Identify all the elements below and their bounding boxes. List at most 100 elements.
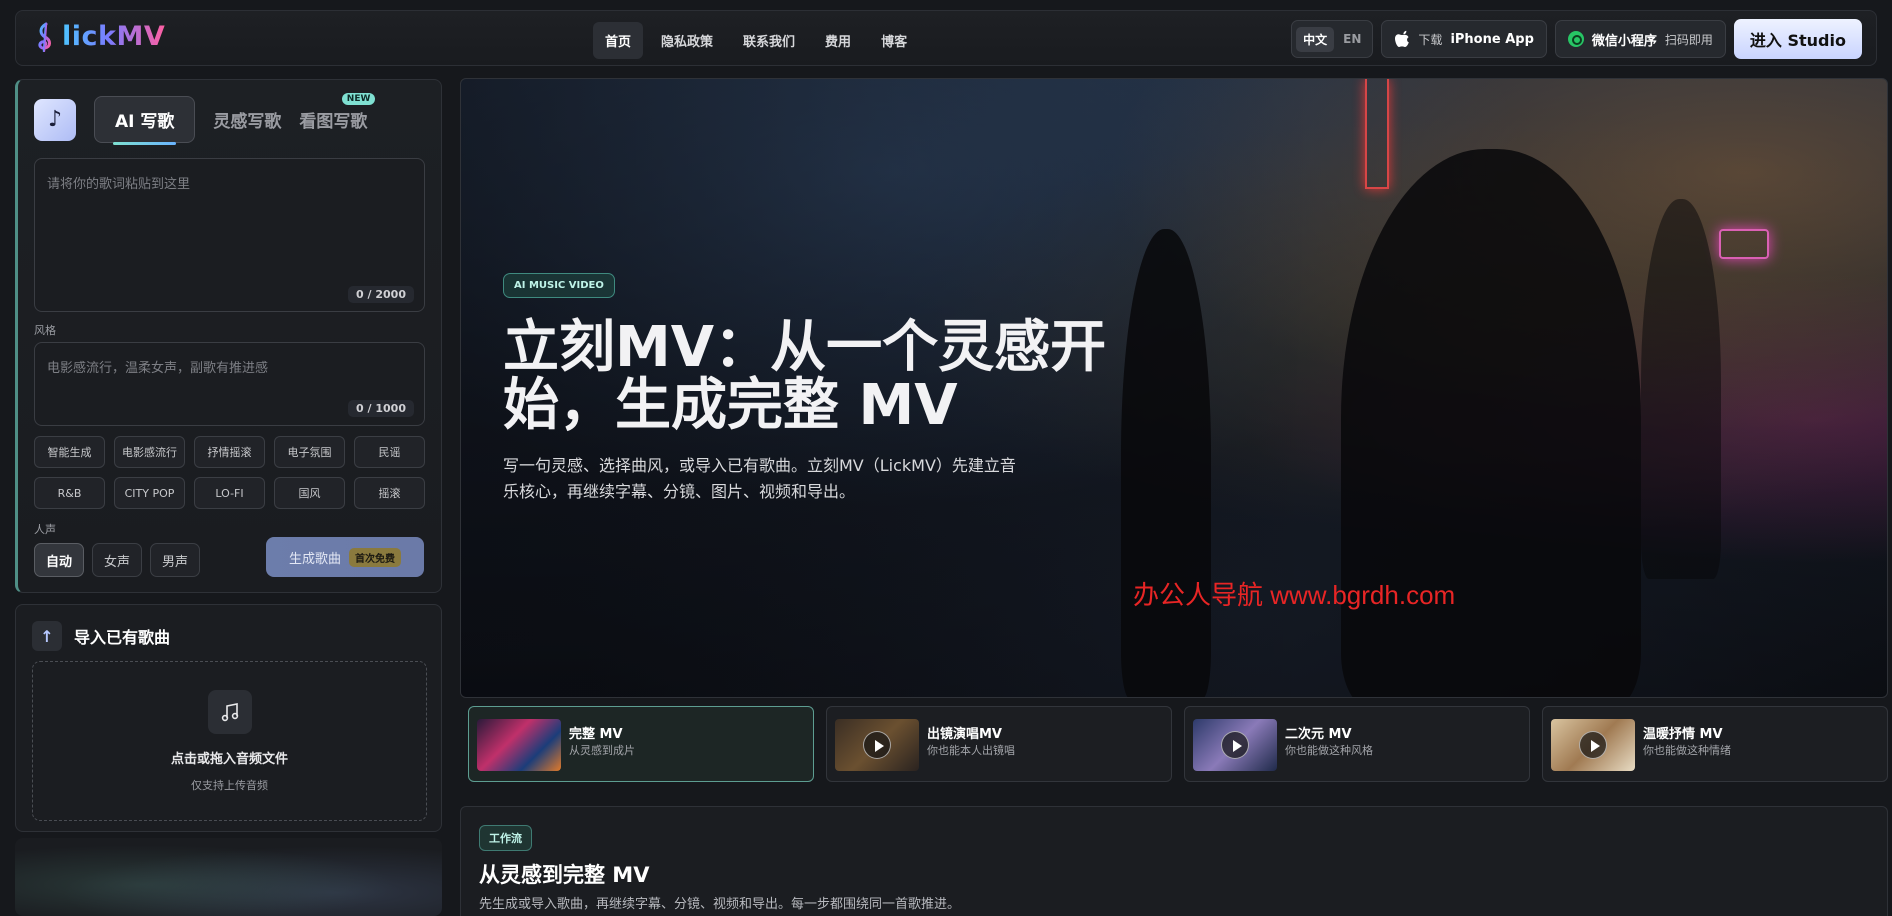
hero-banner: AI MUSIC VIDEO 立刻MV：从一个灵感开始，生成完整 MV 写一句灵… — [460, 78, 1888, 698]
mv-style-title: 温暖抒情 MV — [1643, 727, 1723, 742]
brand-name: lickMV — [62, 21, 166, 52]
style-chip[interactable]: 电影感流行 — [114, 436, 185, 468]
mv-style-title: 完整 MV — [569, 727, 623, 742]
style-char-counter: 0 / 1000 — [348, 400, 414, 417]
style-input[interactable]: 电影感流行，温柔女声，副歌有推进感 0 / 1000 — [34, 342, 425, 426]
first-free-badge: 首次免费 — [349, 547, 401, 567]
mv-style-subtitle: 你也能做这种风格 — [1285, 744, 1373, 757]
style-chip-grid: 智能生成 电影感流行 抒情摇滚 电子氛围 民谣 R&B CITY POP LO-… — [34, 436, 425, 509]
voice-option-auto[interactable]: 自动 — [34, 543, 85, 577]
upload-arrow-icon: ↑ — [32, 621, 62, 651]
tab-inspiration-write[interactable]: 灵感写歌 — [213, 107, 281, 132]
song-composer-panel: ♪ AI 写歌 灵感写歌 看图写歌 NEW 请将你的歌词粘贴到这里 0 / 20… — [15, 79, 442, 593]
voice-option-female[interactable]: 女声 — [92, 543, 143, 577]
hero-tag: AI MUSIC VIDEO — [503, 273, 615, 298]
music-note-icon[interactable]: ♪ — [34, 98, 76, 141]
play-icon — [1221, 731, 1249, 759]
figure-silhouette — [1641, 199, 1721, 579]
generate-song-label: 生成歌曲 — [288, 551, 341, 567]
audio-dropzone[interactable]: 点击或拖入音频文件 仅支持上传音频 — [32, 661, 427, 821]
new-badge: NEW — [341, 93, 376, 105]
lang-zh-option[interactable]: 中文 — [1296, 26, 1335, 52]
header-actions: 中文 EN 下载 iPhone App 微信小程序 扫码即用 进入 Studio — [1291, 19, 1862, 59]
lyrics-input[interactable]: 请将你的歌词粘贴到这里 0 / 2000 — [34, 158, 425, 312]
apple-icon — [1395, 30, 1410, 47]
style-chip[interactable]: 电子氛围 — [274, 436, 345, 468]
decorative-background-card — [15, 838, 442, 916]
mv-style-tab-full[interactable]: 完整 MV 从灵感到成片 — [468, 706, 814, 782]
video-thumbnail — [1551, 719, 1635, 771]
download-iphone-app-button[interactable]: 下载 iPhone App — [1381, 20, 1547, 58]
download-prefix-text: 下载 — [1418, 32, 1443, 47]
lyrics-placeholder: 请将你的歌词粘贴到这里 — [47, 177, 191, 192]
import-song-panel: ↑ 导入已有歌曲 点击或拖入音频文件 仅支持上传音频 — [15, 604, 442, 832]
neon-sign-decoration — [1365, 79, 1389, 189]
language-switcher: 中文 EN — [1291, 20, 1374, 58]
style-label: 风格 — [34, 324, 56, 337]
mini-program-icon — [1567, 31, 1584, 47]
hero-description: 写一句灵感、选择曲风，或导入已有歌曲。立刻MV（LickMV）先建立音乐核心，再… — [503, 456, 1016, 501]
music-note-icon — [207, 689, 252, 734]
mv-style-title: 出镜演唱MV — [927, 727, 1002, 742]
style-chip[interactable]: 摇滚 — [354, 477, 425, 509]
enter-studio-button[interactable]: 进入 Studio — [1733, 19, 1862, 59]
watermark-text: 办公人导航 www.bgrdh.com — [1133, 580, 1456, 610]
mv-style-tabs: 完整 MV 从灵感到成片 出镜演唱MV 你也能本人出镜唱 二次元 MV 你也能做… — [468, 706, 1888, 782]
workflow-description: 先生成或导入歌曲，再继续字幕、分镜、视频和导出。每一步都围绕同一首歌推进。 — [479, 897, 961, 912]
voice-label: 人声 — [34, 523, 56, 536]
tab-image-write[interactable]: 看图写歌 NEW — [299, 93, 376, 132]
download-app-label: iPhone App — [1450, 31, 1534, 47]
mv-style-tab-anime[interactable]: 二次元 MV 你也能做这种风格 — [1184, 706, 1530, 782]
lang-en-option[interactable]: EN — [1336, 28, 1368, 50]
mini-program-label: 微信小程序 — [1591, 33, 1657, 49]
mv-style-subtitle: 你也能本人出镜唱 — [927, 744, 1015, 757]
top-navigation-bar: lickMV 首页 隐私政策 联系我们 费用 博客 中文 EN 下载 iPhon… — [15, 10, 1877, 66]
play-icon — [1579, 731, 1607, 759]
nav-item-contact[interactable]: 联系我们 — [731, 22, 807, 59]
mv-style-tab-lyrical[interactable]: 温暖抒情 MV 你也能做这种情绪 — [1542, 706, 1888, 782]
video-thumbnail — [1193, 719, 1277, 771]
style-chip[interactable]: 国风 — [274, 477, 345, 509]
style-chip[interactable]: 民谣 — [354, 436, 425, 468]
tab-ai-write[interactable]: AI 写歌 — [94, 96, 196, 145]
video-thumbnail — [477, 719, 561, 771]
mv-style-subtitle: 从灵感到成片 — [569, 744, 635, 757]
nav-item-home[interactable]: 首页 — [593, 22, 644, 59]
figure-silhouette — [1121, 229, 1211, 697]
figure-silhouette — [1341, 149, 1641, 697]
workflow-section: 工作流 从灵感到完整 MV 先生成或导入歌曲，再继续字幕、分镜、视频和导出。每一… — [460, 806, 1888, 916]
nav-item-privacy[interactable]: 隐私政策 — [649, 22, 725, 59]
wechat-mini-program-button[interactable]: 微信小程序 扫码即用 — [1554, 20, 1726, 58]
play-icon — [863, 731, 891, 759]
mv-style-tab-performance[interactable]: 出镜演唱MV 你也能本人出镜唱 — [826, 706, 1172, 782]
style-chip[interactable]: CITY POP — [114, 477, 185, 509]
workflow-tag: 工作流 — [479, 825, 532, 851]
workflow-title: 从灵感到完整 MV — [479, 863, 650, 887]
mini-program-hint: 扫码即用 — [1664, 32, 1713, 47]
mv-style-subtitle: 你也能做这种情绪 — [1643, 744, 1731, 757]
style-placeholder: 电影感流行，温柔女声，副歌有推进感 — [47, 361, 269, 376]
brand-logo[interactable]: lickMV — [32, 21, 165, 52]
style-chip[interactable]: 智能生成 — [34, 436, 105, 468]
voice-selector: 自动 女声 男声 — [34, 543, 201, 577]
style-chip[interactable]: 抒情摇滚 — [194, 436, 265, 468]
video-thumbnail — [835, 719, 919, 771]
generate-song-button[interactable]: 生成歌曲 首次免费 — [266, 537, 424, 577]
nav-item-pricing[interactable]: 费用 — [813, 22, 863, 59]
main-nav: 首页 隐私政策 联系我们 费用 博客 — [593, 22, 919, 59]
composer-tabs: ♪ AI 写歌 灵感写歌 看图写歌 NEW — [34, 93, 376, 145]
mv-style-title: 二次元 MV — [1285, 727, 1352, 742]
neon-open-sign-decoration — [1719, 229, 1769, 259]
voice-option-male[interactable]: 男声 — [150, 543, 201, 577]
style-chip[interactable]: LO-FI — [194, 477, 265, 509]
treble-clef-icon — [32, 22, 58, 52]
hero-title: 立刻MV：从一个灵感开始，生成完整 MV — [503, 315, 1107, 438]
dropzone-instruction: 点击或拖入音频文件 — [170, 751, 288, 767]
import-header: ↑ 导入已有歌曲 — [32, 621, 170, 651]
lyrics-char-counter: 0 / 2000 — [348, 286, 414, 303]
tab-image-write-label: 看图写歌 — [299, 112, 368, 132]
nav-item-blog[interactable]: 博客 — [869, 22, 919, 59]
style-chip[interactable]: R&B — [34, 477, 105, 509]
import-title: 导入已有歌曲 — [74, 628, 171, 647]
dropzone-hint: 仅支持上传音频 — [191, 778, 268, 792]
